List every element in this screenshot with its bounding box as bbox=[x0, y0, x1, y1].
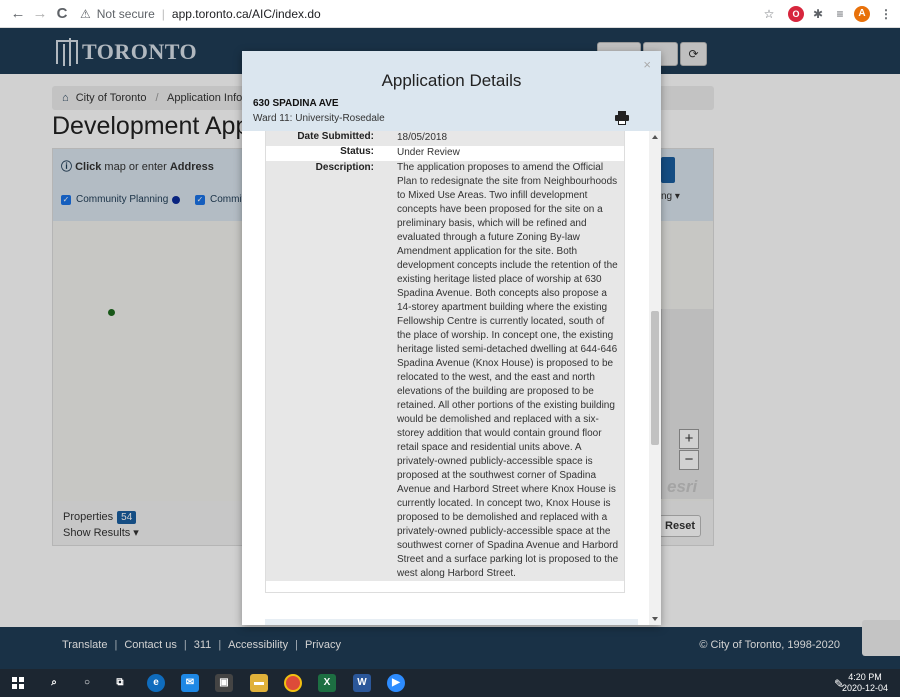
description-value: The application proposes to amend the Of… bbox=[397, 162, 619, 579]
row-date-submitted: Date Submitted: 18/05/2018 bbox=[266, 131, 624, 146]
warning-icon: ⚠ bbox=[80, 7, 91, 21]
opera-extension-icon[interactable]: O bbox=[788, 6, 804, 22]
chrome-icon[interactable] bbox=[284, 674, 302, 692]
forward-icon[interactable]: → bbox=[30, 4, 50, 24]
profile-avatar[interactable]: A bbox=[854, 6, 870, 22]
reload-icon[interactable]: C bbox=[52, 4, 72, 24]
back-icon[interactable]: ← bbox=[8, 4, 28, 24]
more-menu-icon[interactable]: ⋮ bbox=[878, 6, 894, 22]
scroll-up-arrow-icon[interactable] bbox=[652, 135, 658, 139]
windows-start-icon[interactable] bbox=[12, 677, 24, 689]
edge-icon[interactable]: e bbox=[147, 674, 165, 692]
application-details-modal: × Application Details 630 SPADINA AVE Wa… bbox=[242, 51, 661, 625]
file-explorer-icon[interactable]: ▬ bbox=[250, 674, 268, 692]
bookmark-star-icon[interactable]: ☆ bbox=[761, 6, 777, 22]
status-label: Status: bbox=[340, 146, 374, 157]
system-clock[interactable]: 4:20 PM 2020-12-04 bbox=[842, 672, 888, 694]
date-submitted-label: Date Submitted: bbox=[297, 131, 374, 142]
close-icon[interactable]: × bbox=[643, 57, 651, 72]
security-label: Not secure bbox=[96, 7, 155, 21]
modal-scrollbar[interactable] bbox=[649, 131, 661, 625]
clock-time: 4:20 PM bbox=[848, 672, 882, 682]
print-icon[interactable] bbox=[615, 111, 629, 125]
cortana-icon[interactable]: ○ bbox=[78, 674, 96, 692]
browser-toolbar: ← → C ⚠ Not secure | app.toronto.ca/AIC/… bbox=[0, 0, 900, 28]
modal-body[interactable]: Date Submitted: 18/05/2018 Status: Under… bbox=[242, 131, 661, 625]
date-submitted-value: 18/05/2018 bbox=[397, 132, 448, 143]
clock-date: 2020-12-04 bbox=[841, 683, 888, 693]
modal-title: Application Details bbox=[381, 71, 522, 90]
word-icon[interactable]: W bbox=[353, 674, 371, 692]
next-section-header bbox=[265, 619, 638, 625]
reading-list-icon[interactable]: ≡ bbox=[832, 6, 848, 22]
address-bar[interactable]: ⚠ Not secure | app.toronto.ca/AIC/index.… bbox=[80, 4, 780, 24]
application-ward: Ward 11: University-Rosedale bbox=[253, 113, 385, 124]
zoom-icon[interactable]: ▶ bbox=[387, 674, 405, 692]
row-status: Status: Under Review bbox=[266, 146, 624, 161]
status-value: Under Review bbox=[397, 147, 460, 158]
windows-taskbar: ⌕ ○ ⧉ e ✉ ▣ ▬ X W ▶ ✎ 4:20 PM 2020-12-04 bbox=[0, 669, 900, 697]
task-view-icon[interactable]: ⧉ bbox=[111, 674, 129, 692]
scroll-down-arrow-icon[interactable] bbox=[652, 617, 658, 621]
scroll-thumb[interactable] bbox=[651, 311, 659, 445]
application-address: 630 SPADINA AVE bbox=[253, 98, 339, 109]
url-text: app.toronto.ca/AIC/index.do bbox=[171, 7, 321, 21]
modal-header: × Application Details 630 SPADINA AVE Wa… bbox=[242, 51, 661, 131]
extensions-puzzle-icon[interactable]: ✱ bbox=[810, 6, 826, 22]
excel-icon[interactable]: X bbox=[318, 674, 336, 692]
description-label: Description: bbox=[315, 162, 374, 173]
search-icon[interactable]: ⌕ bbox=[45, 674, 63, 692]
mail-icon[interactable]: ✉ bbox=[181, 674, 199, 692]
details-table: Date Submitted: 18/05/2018 Status: Under… bbox=[265, 131, 625, 593]
row-description: Description: The application proposes to… bbox=[266, 161, 624, 581]
address-separator: | bbox=[161, 7, 165, 21]
store-icon[interactable]: ▣ bbox=[215, 674, 233, 692]
